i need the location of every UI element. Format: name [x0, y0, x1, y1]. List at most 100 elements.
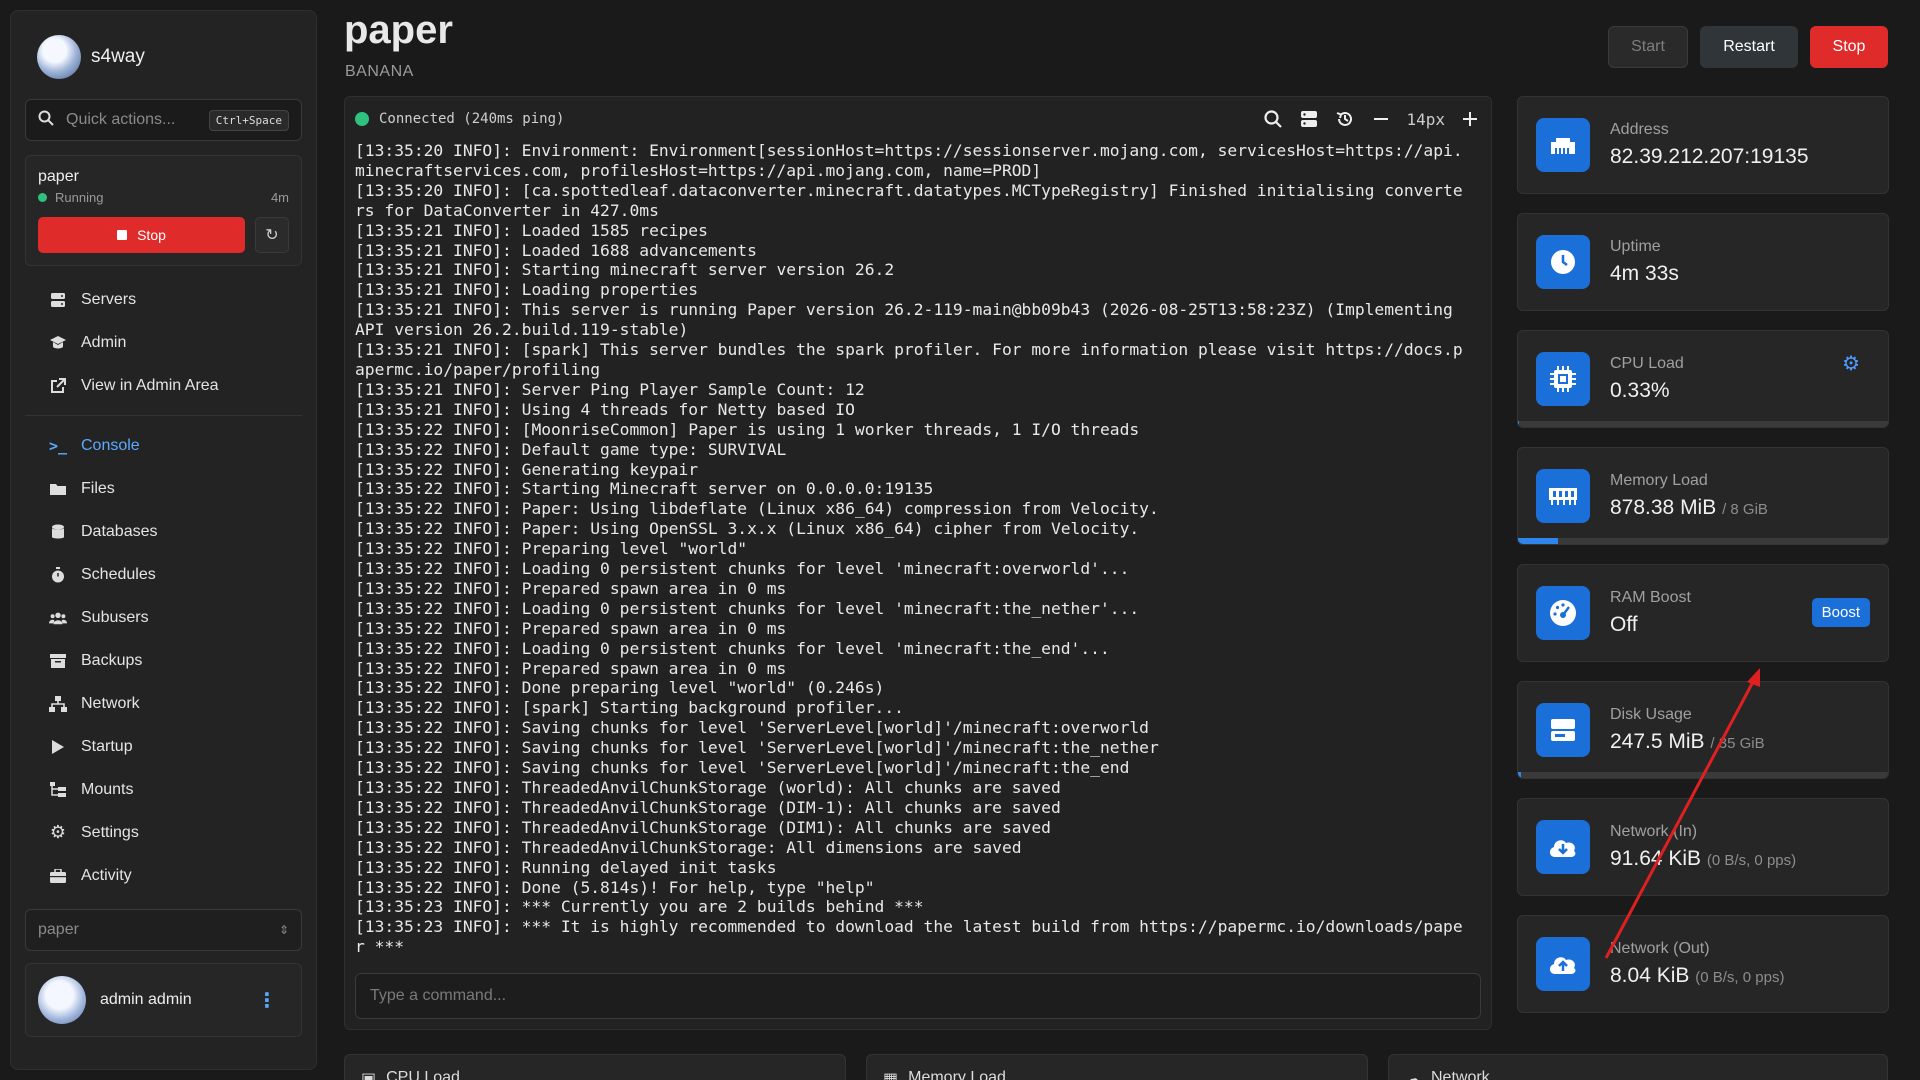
console-line: [13:35:22 INFO]: Done preparing level "w…	[355, 678, 885, 698]
server-name: paper	[38, 168, 79, 185]
sidebar-item-subusers[interactable]: Subusers	[25, 596, 302, 639]
memory-value: 878.38 MiB / 8 GiB	[1610, 496, 1768, 519]
play-icon	[49, 738, 67, 756]
boost-button[interactable]: Boost	[1811, 598, 1870, 627]
console-line: [13:35:20 INFO]: [ca.spottedleaf.datacon…	[355, 180, 1463, 220]
sidebar-item-activity[interactable]: Activity	[25, 854, 302, 897]
server-status: Running	[38, 190, 103, 205]
stat-cpu: CPU Load 0.33% ⚙	[1517, 330, 1889, 428]
console-line: [13:35:22 INFO]: Preparing level "world"	[355, 539, 748, 559]
ethernet-icon	[1536, 118, 1590, 172]
network-in-label: Network (In)	[1610, 823, 1698, 840]
cpu-load-bar	[1518, 421, 1888, 427]
console-line: [13:35:22 INFO]: Saving chunks for level…	[355, 718, 1149, 738]
quick-actions-search[interactable]: Quick actions... Ctrl+Space	[25, 99, 302, 141]
disk-icon	[1536, 703, 1590, 757]
cloud-icon: ☁	[1405, 1071, 1421, 1080]
cpu-icon	[1536, 352, 1590, 406]
external-link-icon	[49, 377, 67, 395]
terminal-icon: >_	[48, 436, 68, 455]
user-card[interactable]: admin admin ⋮	[25, 963, 302, 1037]
console-line: [13:35:22 INFO]: Prepared spawn area in …	[355, 618, 787, 638]
sidebar-item-mounts[interactable]: Mounts	[25, 768, 302, 811]
search-icon[interactable]	[1262, 108, 1284, 130]
brand-name: s4way	[91, 46, 145, 67]
sidebar-item-settings[interactable]: ⚙ Settings	[25, 811, 302, 854]
console-line: [13:35:23 INFO]: *** It is highly recomm…	[355, 917, 1463, 957]
brand[interactable]: s4way	[25, 33, 302, 81]
history-icon[interactable]	[1334, 108, 1356, 130]
sidebar-item-backups[interactable]: Backups	[25, 639, 302, 682]
network-graph-card: ☁ Network	[1388, 1054, 1888, 1080]
cpu-load-bar-fill	[1518, 421, 1520, 427]
console-line: [13:35:22 INFO]: Paper: Using OpenSSL 3.…	[355, 519, 1140, 539]
console-output[interactable]: [13:35:20 INFO]: Environment: Environmen…	[345, 141, 1491, 957]
sidebar-item-admin[interactable]: Admin	[25, 321, 302, 364]
folder-tree-icon	[49, 781, 67, 799]
disk-usage-bar	[1518, 772, 1888, 778]
console-line: [13:35:21 INFO]: [spark] This server bun…	[355, 340, 1463, 379]
refresh-button[interactable]: ↻	[255, 217, 289, 253]
console-line: [13:35:22 INFO]: [MoonriseCommon] Paper …	[355, 419, 1140, 439]
command-input[interactable]: Type a command...	[355, 973, 1481, 1019]
stats-column: Address 82.39.212.207:19135 Uptime 4m 33…	[1517, 96, 1889, 1032]
brand-logo	[37, 35, 81, 79]
restart-button[interactable]: Restart	[1700, 26, 1798, 68]
stat-address[interactable]: Address 82.39.212.207:19135	[1517, 96, 1889, 194]
sidebar-item-view-admin-area[interactable]: View in Admin Area	[25, 364, 302, 407]
console-line: [13:35:22 INFO]: Loading 0 persistent ch…	[355, 559, 1130, 579]
sidebar: s4way Quick actions... Ctrl+Space paper …	[10, 10, 317, 1070]
server-uptime: 4m	[270, 190, 289, 205]
increase-font-icon[interactable]	[1459, 108, 1481, 130]
cpu-settings-gear-icon[interactable]: ⚙	[1842, 351, 1860, 376]
console-line: [13:35:21 INFO]: This server is running …	[355, 300, 1463, 340]
refresh-icon: ↻	[265, 227, 279, 244]
console-line: [13:35:22 INFO]: Loading 0 persistent ch…	[355, 638, 1110, 658]
server-icon	[49, 291, 67, 309]
sidebar-item-network[interactable]: Network	[25, 682, 302, 725]
sidebar-stop-button[interactable]: Stop	[38, 217, 245, 253]
uptime-value: 4m 33s	[1610, 262, 1679, 285]
server-select[interactable]: paper ⇕	[25, 909, 302, 951]
network-in-value: 91.64 KiB (0 B/s, 0 pps)	[1610, 847, 1797, 870]
console-line: [13:35:22 INFO]: Prepared spawn area in …	[355, 578, 787, 598]
network-out-label: Network (Out)	[1610, 940, 1710, 957]
status-dot	[355, 112, 369, 126]
sidebar-item-databases[interactable]: Databases	[25, 510, 302, 553]
disk-usage-bar-fill	[1518, 772, 1521, 778]
cloud-download-icon	[1536, 820, 1590, 874]
sidebar-item-schedules[interactable]: Schedules	[25, 553, 302, 596]
database-server-icon[interactable]	[1298, 108, 1320, 130]
stop-button[interactable]: Stop	[1810, 26, 1888, 68]
shortcut-badge: Ctrl+Space	[208, 109, 289, 131]
sidebar-item-startup[interactable]: Startup	[25, 725, 302, 768]
search-icon	[38, 110, 54, 131]
start-button[interactable]: Start	[1608, 26, 1688, 68]
disk-label: Disk Usage	[1610, 706, 1692, 723]
uptime-label: Uptime	[1610, 238, 1661, 255]
cloud-upload-icon	[1536, 937, 1590, 991]
sidebar-item-console[interactable]: >_ Console	[25, 424, 302, 467]
console-line: [13:35:22 INFO]: ThreadedAnvilChunkStora…	[355, 797, 1061, 817]
memory-load-bar-fill	[1518, 538, 1558, 544]
status-dot	[38, 193, 47, 202]
more-options-icon[interactable]: ⋮	[257, 988, 289, 1013]
user-name: admin admin	[100, 991, 192, 1008]
stopwatch-icon	[49, 566, 67, 584]
console-line: [13:35:23 INFO]: *** Currently you are 2…	[355, 897, 924, 917]
page-title: paper	[344, 8, 453, 52]
nav-main: >_ Console Files Databases Schedules Sub…	[25, 424, 302, 897]
folder-icon	[49, 480, 67, 498]
stat-ram-boost: RAM Boost Off Boost	[1517, 564, 1889, 662]
console-line: [13:35:21 INFO]: Loading properties	[355, 280, 699, 300]
stop-icon	[117, 230, 128, 240]
avatar	[38, 976, 86, 1024]
cpu-load-graph-card: ▣ CPU Load	[344, 1054, 846, 1080]
sidebar-item-files[interactable]: Files	[25, 467, 302, 510]
memory-icon	[1536, 469, 1590, 523]
sidebar-item-servers[interactable]: Servers	[25, 278, 302, 321]
archive-icon	[49, 652, 67, 670]
decrease-font-icon[interactable]	[1370, 108, 1392, 130]
console-line: [13:35:21 INFO]: Using 4 threads for Net…	[355, 399, 855, 419]
console-line: [13:35:22 INFO]: Running delayed init ta…	[355, 857, 777, 877]
